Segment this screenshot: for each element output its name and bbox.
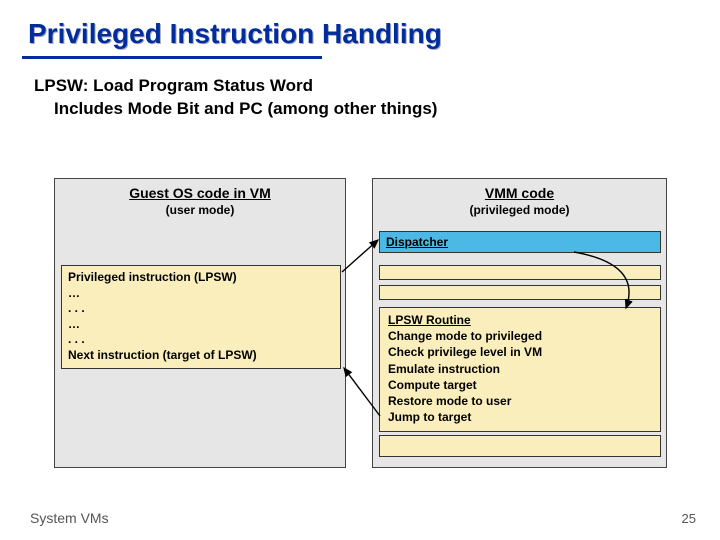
guest-os-mode: (user mode) xyxy=(55,203,345,217)
guest-code-block: Privileged instruction (LPSW) … . . . … … xyxy=(61,265,341,369)
diagram-area: Guest OS code in VM (user mode) Privileg… xyxy=(54,178,668,488)
subtitle-line1: LPSW: Load Program Status Word xyxy=(34,76,313,95)
guest-os-header: Guest OS code in VM (user mode) xyxy=(55,179,345,217)
vmm-header: VMM code (privileged mode) xyxy=(373,179,666,217)
routine-line: Emulate instruction xyxy=(388,361,652,377)
code-line: … xyxy=(68,317,334,333)
vmm-mode: (privileged mode) xyxy=(373,203,666,217)
subtitle: LPSW: Load Program Status Word Includes … xyxy=(0,59,720,121)
guest-os-title: Guest OS code in VM xyxy=(129,185,271,201)
code-line: Next instruction (target of LPSW) xyxy=(68,348,334,364)
routine-line: Change mode to privileged xyxy=(388,328,652,344)
routine-line: Check privilege level in VM xyxy=(388,344,652,360)
footer-label: System VMs xyxy=(30,510,109,526)
routine-line: Compute target xyxy=(388,377,652,393)
dispatcher-box: Dispatcher xyxy=(379,231,661,253)
routine-line: Jump to target xyxy=(388,409,652,425)
page-title: Privileged Instruction Handling xyxy=(0,0,720,54)
code-line: … xyxy=(68,286,334,302)
subtitle-line2: Includes Mode Bit and PC (among other th… xyxy=(34,98,720,121)
guest-os-panel: Guest OS code in VM (user mode) Privileg… xyxy=(54,178,346,468)
code-line: . . . xyxy=(68,332,334,348)
vmm-panel: VMM code (privileged mode) Dispatcher LP… xyxy=(372,178,667,468)
routine-heading: LPSW Routine xyxy=(388,312,652,328)
vmm-title: VMM code xyxy=(485,185,554,201)
vmm-bar1 xyxy=(379,265,661,280)
vmm-bar3 xyxy=(379,435,661,457)
page-number: 25 xyxy=(682,511,696,526)
routine-line: Restore mode to user xyxy=(388,393,652,409)
code-line: Privileged instruction (LPSW) xyxy=(68,270,334,286)
vmm-bar2 xyxy=(379,285,661,300)
lpsw-routine-box: LPSW Routine Change mode to privileged C… xyxy=(379,307,661,432)
code-line: . . . xyxy=(68,301,334,317)
